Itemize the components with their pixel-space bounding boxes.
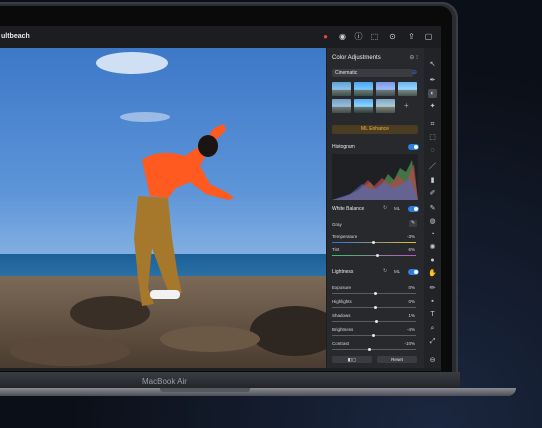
compare-button[interactable]: ◧▢ xyxy=(332,356,372,363)
preset-thumbnail[interactable] xyxy=(354,99,373,113)
temperature-label: Temperature xyxy=(332,234,358,239)
share-icon[interactable]: ● xyxy=(321,32,330,41)
drop-tool-icon[interactable]: ● xyxy=(428,256,437,265)
tint-value: 6% xyxy=(408,247,415,252)
highlights-value: 0% xyxy=(408,299,415,304)
exposure-slider[interactable] xyxy=(332,292,416,295)
settings-icon[interactable]: ⊖ xyxy=(428,356,437,365)
tint-slider[interactable] xyxy=(332,254,416,257)
slider-knob[interactable] xyxy=(372,334,375,337)
lightness-label: Lightness xyxy=(332,269,354,275)
gray-label: Gray xyxy=(332,222,342,227)
select-tool-icon[interactable]: ⬚ xyxy=(428,133,437,142)
brightness-slider[interactable] xyxy=(332,334,416,337)
histogram-graph xyxy=(332,154,418,200)
contrast-slider[interactable] xyxy=(332,348,416,351)
histogram-toggle[interactable] xyxy=(408,144,419,150)
app-titlebar: ultbeach ● ◉ ⓘ ⬚ ⊙ ⇪ ▢ xyxy=(0,26,441,48)
profile-icon[interactable]: ◉ xyxy=(338,32,347,41)
preset-thumbnail[interactable] xyxy=(332,82,351,96)
highlights-label: Highlights xyxy=(332,299,352,304)
preset-thumbnail[interactable] xyxy=(376,99,395,113)
zoom-tool-icon[interactable]: ⌕ xyxy=(428,324,437,333)
tint-label: Tint xyxy=(332,247,340,252)
preset-add-icon[interactable]: ⊖ xyxy=(412,69,417,76)
crop-tool-icon[interactable]: ⌗ xyxy=(428,120,437,129)
temperature-slider[interactable] xyxy=(332,241,416,244)
slider-knob[interactable] xyxy=(374,292,377,295)
preset-thumbnail[interactable] xyxy=(354,82,373,96)
document-title: ultbeach xyxy=(1,33,30,40)
tool-strip: ↖ ✒ ◐ ✦ ⌗ ⬚ ◌ ／ ▮ ✐ ✎ ◍ ◔ ✺ ● ✋ ✏ ▪ T ⌕ … xyxy=(424,48,441,368)
lightness-ml-badge[interactable]: ML xyxy=(394,269,400,274)
exposure-label: Exposure xyxy=(332,285,352,290)
shadows-slider[interactable] xyxy=(332,320,416,323)
brightness-value: -4% xyxy=(406,327,415,332)
reset-icon[interactable]: ↻ xyxy=(383,268,387,274)
lasso-tool-icon[interactable]: ◌ xyxy=(428,146,437,155)
contrast-value: -10% xyxy=(404,341,415,346)
text-tool-icon[interactable]: T xyxy=(428,310,437,319)
info-icon[interactable]: ⓘ xyxy=(354,32,363,41)
hand-tool-icon[interactable]: ✋ xyxy=(428,269,437,278)
histogram-label: Histogram xyxy=(332,144,355,150)
panel-title: Color Adjustments xyxy=(332,55,381,61)
preset-thumbnail[interactable] xyxy=(376,82,395,96)
brightness-label: Brightness xyxy=(332,327,354,332)
highlights-slider[interactable] xyxy=(332,306,416,309)
effect-tool-icon[interactable]: ✺ xyxy=(428,243,437,252)
reset-icon[interactable]: ↻ xyxy=(383,205,387,211)
photo-canvas[interactable] xyxy=(0,48,326,368)
ml-enhance-button[interactable]: ML Enhance xyxy=(332,125,418,134)
preset-value: Cinematic xyxy=(335,70,358,76)
slider-knob[interactable] xyxy=(375,320,378,323)
exposure-value: 0% xyxy=(408,285,415,290)
dodge-tool-icon[interactable]: ◔ xyxy=(428,230,437,239)
add-preset-icon[interactable]: + xyxy=(404,101,409,110)
slider-knob[interactable] xyxy=(372,241,375,244)
contrast-label: Contrast xyxy=(332,341,350,346)
eyedropper-icon[interactable]: ✎ xyxy=(409,220,417,227)
slider-knob[interactable] xyxy=(374,306,377,309)
paint-tool-icon[interactable]: ／ xyxy=(428,162,437,171)
export-icon[interactable]: ⬚ xyxy=(370,32,379,41)
preset-thumbnail[interactable] xyxy=(398,82,417,96)
heal-tool-icon[interactable]: ✎ xyxy=(428,204,437,213)
preset-dropdown[interactable]: Cinematic xyxy=(332,69,413,77)
lightness-toggle[interactable] xyxy=(408,269,419,275)
shapes-tool-icon[interactable]: ▪ xyxy=(428,297,437,306)
color-adjustments-panel: Color Adjustments ⊖ ⁝ Cinematic ⊖ + ML E… xyxy=(327,48,424,368)
temperature-value: -3% xyxy=(406,234,415,239)
person-figure xyxy=(134,124,234,306)
sidebar-icon[interactable]: ▢ xyxy=(424,32,433,41)
laptop-hinge xyxy=(0,388,516,396)
shadows-label: Shadows xyxy=(332,313,351,318)
white-balance-label: White Balance xyxy=(332,206,365,212)
shadows-value: 1% xyxy=(408,313,415,318)
white-balance-toggle[interactable] xyxy=(408,206,419,212)
reset-button[interactable]: Reset xyxy=(377,356,417,363)
transform-tool-icon[interactable]: ⤢ xyxy=(428,337,437,346)
brush-tool-icon[interactable]: ✦ xyxy=(428,102,437,111)
slider-knob[interactable] xyxy=(376,254,379,257)
blur-tool-icon[interactable]: ◍ xyxy=(428,217,437,226)
fill-tool-icon[interactable]: ▮ xyxy=(428,176,437,185)
wb-ml-badge[interactable]: ML xyxy=(394,206,400,211)
device-model-label: MacBook Air xyxy=(142,377,187,386)
more-icon[interactable]: ⊙ xyxy=(388,32,397,41)
panel-options-icon[interactable]: ⊖ ⁝ xyxy=(409,54,418,61)
pen-tool-icon[interactable]: ✒ xyxy=(428,76,437,85)
pencil-tool-icon[interactable]: ✏ xyxy=(428,284,437,293)
slider-knob[interactable] xyxy=(368,348,371,351)
export-arrow-icon[interactable]: ⇪ xyxy=(407,32,416,41)
clone-tool-icon[interactable]: ✐ xyxy=(428,189,437,198)
arrow-tool-icon[interactable]: ↖ xyxy=(428,60,437,69)
preset-thumbnail[interactable] xyxy=(332,99,351,113)
adjust-tool-icon[interactable]: ◐ xyxy=(428,89,437,98)
laptop-notch xyxy=(160,388,250,392)
